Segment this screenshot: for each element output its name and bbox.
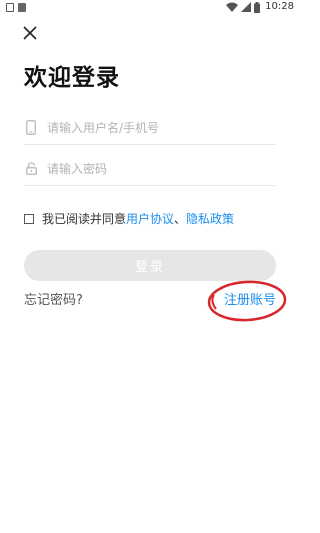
forgot-password-link[interactable]: 忘记密码? xyxy=(24,289,83,308)
battery-icon xyxy=(254,1,261,13)
close-button[interactable] xyxy=(19,22,41,44)
status-right-icons: 10:28 xyxy=(226,1,294,13)
close-icon xyxy=(23,26,37,40)
username-field xyxy=(24,111,276,145)
agreement-row: 我已阅读并同意 用户协议 、 隐私政策 xyxy=(24,210,234,227)
agreement-text: 我已阅读并同意 xyxy=(42,212,127,226)
notification-icon xyxy=(18,3,26,12)
annotation-circle xyxy=(207,280,287,322)
privacy-policy-link[interactable]: 隐私政策 xyxy=(186,210,234,227)
lock-icon xyxy=(24,161,38,177)
wifi-icon xyxy=(226,2,239,12)
sim-icon xyxy=(6,3,14,12)
password-input[interactable] xyxy=(47,161,257,176)
user-agreement-link[interactable]: 用户协议 xyxy=(126,210,174,227)
agreement-separator: 、 xyxy=(174,212,187,226)
username-input[interactable] xyxy=(47,120,257,135)
signal-icon xyxy=(241,2,252,12)
status-bar: 10:28 xyxy=(0,0,300,15)
login-button-label: 登录 xyxy=(134,260,165,275)
password-field xyxy=(24,152,276,186)
status-left-icons xyxy=(6,3,26,12)
login-button[interactable]: 登录 xyxy=(24,250,276,281)
page-title: 欢迎登录 xyxy=(24,65,120,91)
phone-icon xyxy=(24,120,38,136)
status-time: 10:28 xyxy=(265,1,294,12)
agreement-checkbox[interactable] xyxy=(24,213,34,224)
